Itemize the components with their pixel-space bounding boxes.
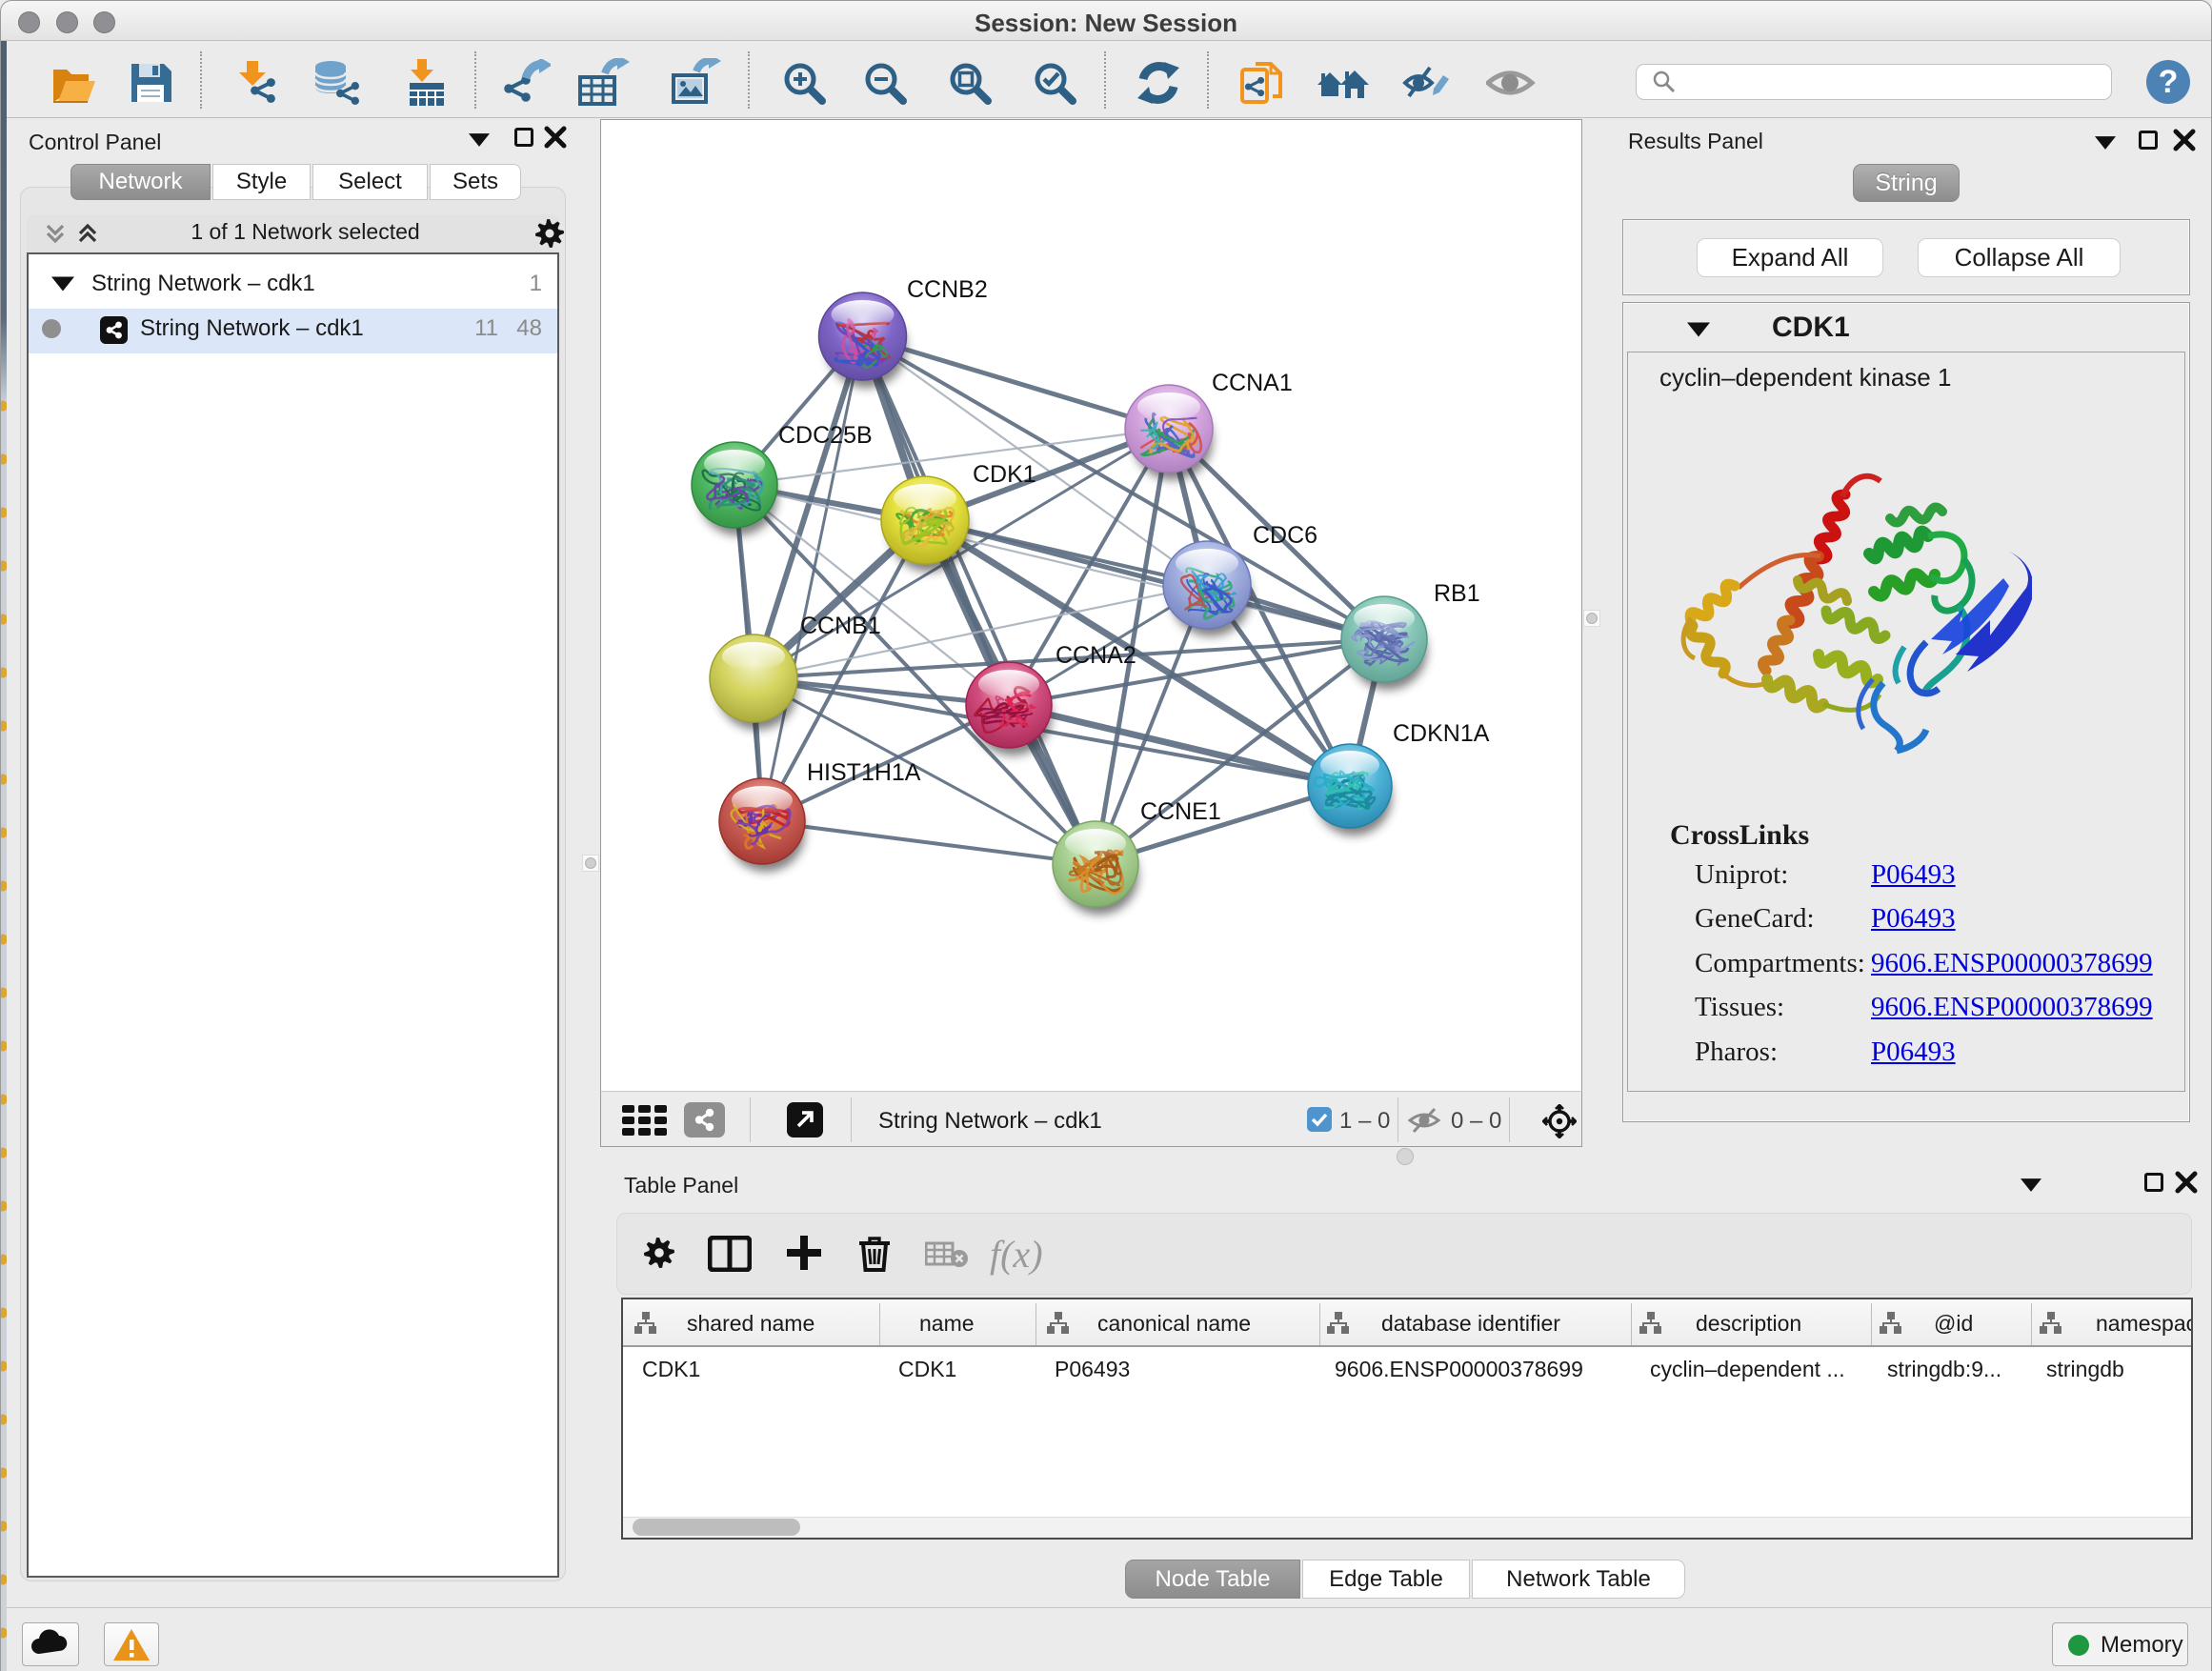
svg-text:CDC6: CDC6: [1253, 522, 1317, 549]
svg-text:CCNE1: CCNE1: [1140, 798, 1221, 825]
svg-text:CDKN1A: CDKN1A: [1393, 720, 1490, 747]
svg-text:HIST1H1A: HIST1H1A: [807, 759, 921, 786]
svg-text:CDK1: CDK1: [973, 461, 1036, 488]
svg-text:CDC25B: CDC25B: [778, 422, 873, 449]
svg-text:CCNA1: CCNA1: [1212, 370, 1293, 396]
svg-text:CCNB1: CCNB1: [800, 613, 881, 639]
svg-text:RB1: RB1: [1434, 580, 1480, 607]
svg-text:CCNA2: CCNA2: [1056, 642, 1136, 669]
svg-text:CCNB2: CCNB2: [907, 276, 988, 303]
